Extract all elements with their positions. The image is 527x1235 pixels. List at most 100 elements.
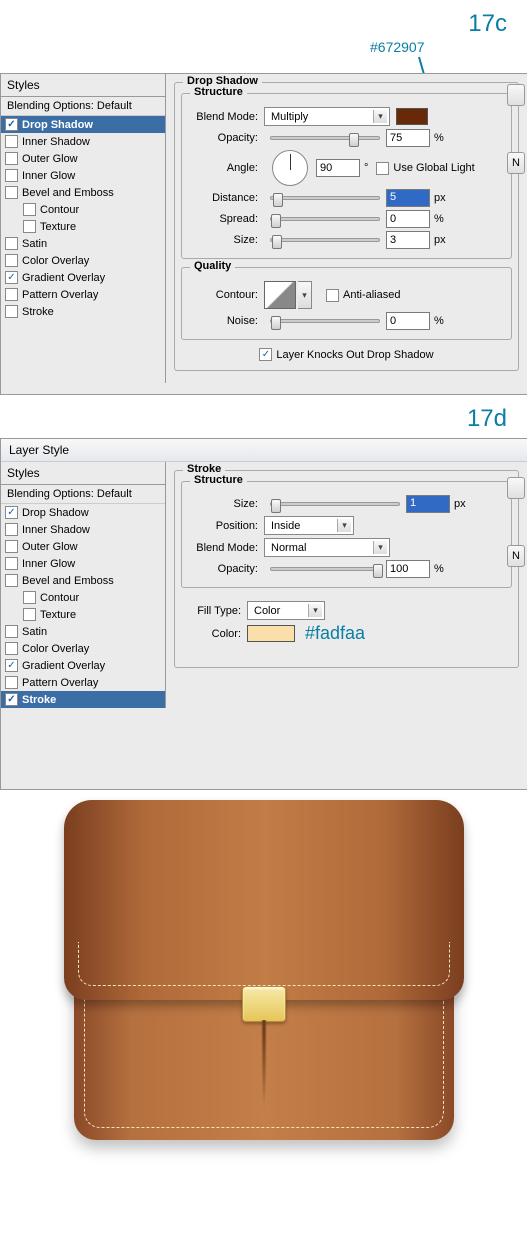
style-item-gradient-overlay[interactable]: ✓ Gradient Overlay: [1, 657, 165, 674]
checkbox[interactable]: [5, 676, 18, 689]
style-item-pattern-overlay[interactable]: Pattern Overlay: [1, 286, 165, 303]
checkbox[interactable]: [23, 591, 36, 604]
style-item-label: Outer Glow: [22, 541, 78, 553]
style-item-pattern-overlay[interactable]: Pattern Overlay: [1, 674, 165, 691]
blend-mode-label: Blend Mode:: [188, 542, 264, 554]
ok-button-partial[interactable]: [507, 84, 525, 106]
checkbox[interactable]: ✓: [5, 506, 18, 519]
styles-column: Styles Blending Options: Default ✓Drop S…: [1, 462, 166, 708]
opacity-slider[interactable]: [270, 567, 380, 571]
distance-slider[interactable]: [270, 196, 380, 200]
style-item-label: Contour: [40, 592, 79, 604]
checkbox[interactable]: [5, 135, 18, 148]
checkbox[interactable]: [5, 540, 18, 553]
right-button-column: N: [507, 473, 525, 571]
style-item-inner-shadow[interactable]: Inner Shadow: [1, 521, 165, 538]
px-unit: px: [434, 192, 446, 204]
opacity-input[interactable]: [386, 560, 430, 578]
size-slider[interactable]: [270, 238, 380, 242]
blending-options-default[interactable]: Blending Options: Default: [1, 97, 165, 116]
noise-input[interactable]: [386, 312, 430, 330]
size-input[interactable]: 1: [406, 495, 450, 513]
anti-aliased-label: Anti-aliased: [343, 289, 400, 301]
chevron-down-icon: [373, 110, 387, 123]
angle-dial[interactable]: [272, 150, 308, 186]
style-item-outer-glow[interactable]: Outer Glow: [1, 538, 165, 555]
checkbox[interactable]: [5, 288, 18, 301]
select-value: Normal: [271, 542, 306, 554]
style-item-outer-glow[interactable]: Outer Glow: [1, 150, 165, 167]
style-item-bevel-emboss[interactable]: Bevel and Emboss: [1, 184, 165, 201]
position-select[interactable]: Inside: [264, 516, 354, 535]
shadow-color-swatch[interactable]: [396, 108, 428, 125]
checkbox[interactable]: [5, 625, 18, 638]
checkbox[interactable]: [23, 608, 36, 621]
checkbox-drop-shadow[interactable]: ✓: [5, 118, 18, 131]
contour-picker[interactable]: [264, 281, 296, 309]
new-style-button-partial[interactable]: N: [507, 545, 525, 567]
opacity-input[interactable]: [386, 129, 430, 147]
style-item-color-overlay[interactable]: Color Overlay: [1, 252, 165, 269]
style-item-inner-glow[interactable]: Inner Glow: [1, 555, 165, 572]
style-item-satin[interactable]: Satin: [1, 623, 165, 640]
style-item-color-overlay[interactable]: Color Overlay: [1, 640, 165, 657]
checkbox[interactable]: ✓: [5, 271, 18, 284]
checkbox[interactable]: ✓: [5, 659, 18, 672]
blending-options-default[interactable]: Blending Options: Default: [1, 485, 165, 504]
distance-input[interactable]: 5: [386, 189, 430, 207]
checkbox[interactable]: [5, 254, 18, 267]
chevron-down-icon[interactable]: [298, 281, 312, 309]
style-item-stroke[interactable]: ✓Stroke: [1, 691, 165, 708]
style-item-satin[interactable]: Satin: [1, 235, 165, 252]
use-global-light-checkbox[interactable]: [376, 162, 389, 175]
layer-knocks-out-checkbox[interactable]: ✓: [259, 348, 272, 361]
blend-mode-select[interactable]: Multiply: [264, 107, 390, 126]
opacity-slider[interactable]: [270, 136, 380, 140]
stroke-color-swatch[interactable]: [247, 625, 295, 642]
spread-slider[interactable]: [270, 217, 380, 221]
checkbox[interactable]: [5, 523, 18, 536]
opacity-label: Opacity:: [188, 563, 264, 575]
checkbox[interactable]: [5, 305, 18, 318]
style-item-inner-shadow[interactable]: Inner Shadow: [1, 133, 165, 150]
ok-button-partial[interactable]: [507, 477, 525, 499]
size-input[interactable]: [386, 231, 430, 249]
checkbox[interactable]: [23, 220, 36, 233]
style-item-drop-shadow[interactable]: ✓ Drop Shadow: [1, 116, 165, 133]
dialog-title: Layer Style: [1, 439, 527, 462]
style-item-inner-glow[interactable]: Inner Glow: [1, 167, 165, 184]
style-item-stroke[interactable]: Stroke: [1, 303, 165, 320]
layer-knocks-out-label: Layer Knocks Out Drop Shadow: [276, 349, 433, 361]
checkbox[interactable]: [23, 203, 36, 216]
spread-input[interactable]: [386, 210, 430, 228]
style-item-label: Bevel and Emboss: [22, 575, 114, 587]
checkbox[interactable]: [5, 152, 18, 165]
style-item-texture[interactable]: Texture: [1, 218, 165, 235]
checkbox[interactable]: ✓: [5, 693, 18, 706]
blend-mode-select[interactable]: Normal: [264, 538, 390, 557]
size-slider[interactable]: [270, 502, 400, 506]
style-item-bevel-emboss[interactable]: Bevel and Emboss: [1, 572, 165, 589]
checkbox[interactable]: [5, 557, 18, 570]
checkbox[interactable]: [5, 237, 18, 250]
new-style-button-partial[interactable]: N: [507, 152, 525, 174]
angle-input[interactable]: [316, 159, 360, 177]
checkbox[interactable]: [5, 642, 18, 655]
step-label-17c: 17c: [0, 0, 527, 43]
fill-type-select[interactable]: Color: [247, 601, 325, 620]
style-item-gradient-overlay[interactable]: ✓Gradient Overlay: [1, 269, 165, 286]
checkbox[interactable]: [5, 169, 18, 182]
noise-slider[interactable]: [270, 319, 380, 323]
style-item-drop-shadow[interactable]: ✓Drop Shadow: [1, 504, 165, 521]
styles-header: Styles: [1, 462, 165, 485]
anti-aliased-checkbox[interactable]: [326, 289, 339, 302]
style-item-label: Gradient Overlay: [22, 660, 105, 672]
style-item-label: Color Overlay: [22, 643, 89, 655]
checkbox[interactable]: [5, 186, 18, 199]
opacity-label: Opacity:: [188, 132, 264, 144]
checkbox[interactable]: [5, 574, 18, 587]
use-global-light-label: Use Global Light: [393, 162, 474, 174]
style-item-contour[interactable]: Contour: [1, 589, 165, 606]
style-item-contour[interactable]: Contour: [1, 201, 165, 218]
style-item-texture[interactable]: Texture: [1, 606, 165, 623]
